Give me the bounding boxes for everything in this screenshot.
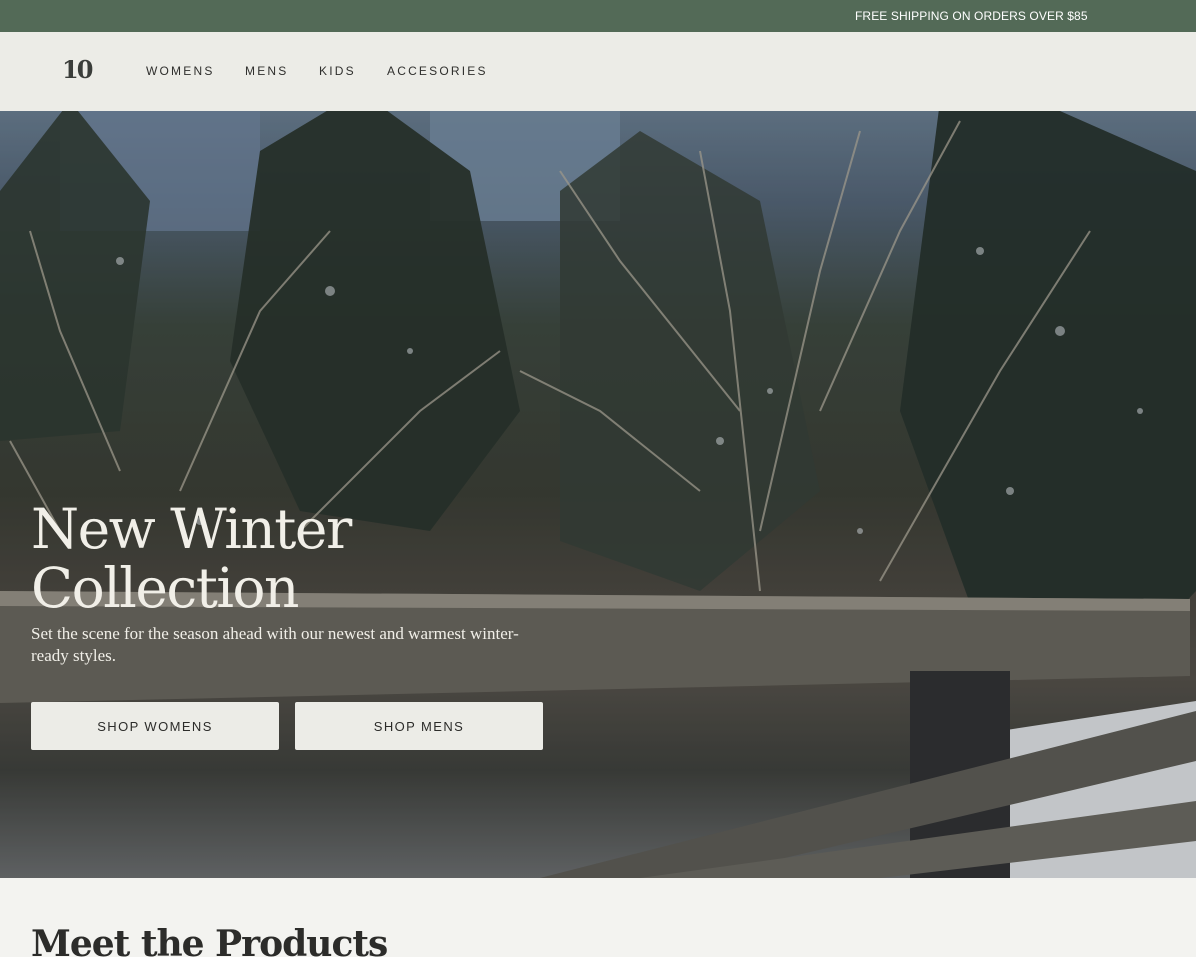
shop-womens-button[interactable]: SHOP WOMENS xyxy=(31,702,279,750)
shop-womens-label: SHOP WOMENS xyxy=(97,718,213,734)
hero-banner: New Winter Collection Set the scene for … xyxy=(0,111,1196,878)
hero-subtitle: Set the scene for the season ahead with … xyxy=(31,624,519,665)
products-heading: Meet the Products xyxy=(31,923,388,957)
hero-title-line-2: Collection xyxy=(31,556,299,620)
site-header: 10 WOMENS MENS KIDS ACCESORIES xyxy=(0,32,1196,111)
hero-background-image xyxy=(0,111,1196,878)
hero-title-line-1: New Winter xyxy=(31,497,352,561)
nav-mens[interactable]: MENS xyxy=(245,64,288,78)
brand-logo[interactable]: 10 xyxy=(62,55,100,85)
hero-title: New Winter Collection xyxy=(31,500,451,618)
logo-icon: 10 xyxy=(62,55,93,84)
promo-bar: FREE SHIPPING ON ORDERS OVER $85 xyxy=(0,0,1196,32)
nav-accessories[interactable]: ACCESORIES xyxy=(387,64,488,78)
nav-kids[interactable]: KIDS xyxy=(319,64,356,78)
promo-text: FREE SHIPPING ON ORDERS OVER $85 xyxy=(855,9,1088,23)
nav-womens[interactable]: WOMENS xyxy=(146,64,215,78)
shop-mens-label: SHOP MENS xyxy=(373,718,465,734)
shop-mens-button[interactable]: SHOP MENS xyxy=(295,702,543,750)
